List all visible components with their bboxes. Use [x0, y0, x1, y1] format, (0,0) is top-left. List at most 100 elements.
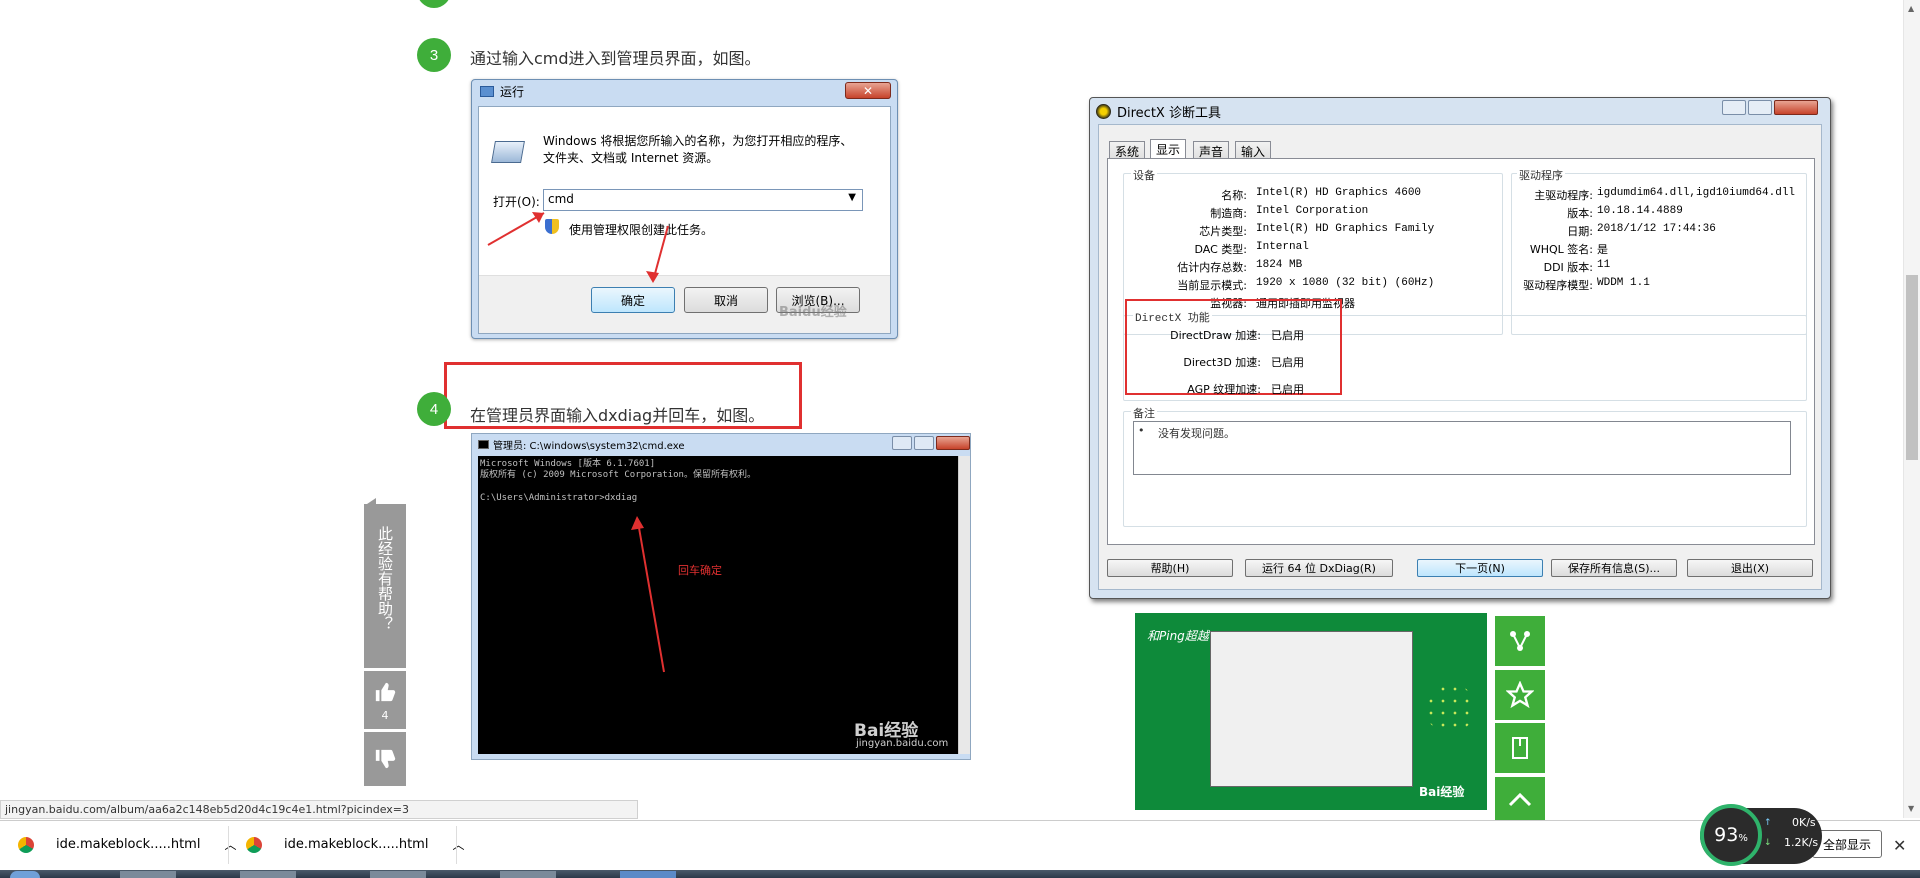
device-value: Intel(R) HD Graphics Family — [1256, 223, 1435, 235]
annotation-arrows — [487, 212, 669, 283]
device-label: 制造商: — [1210, 207, 1247, 220]
thumbnail-window — [1210, 631, 1413, 787]
device-label: 名称: — [1221, 189, 1247, 202]
thumbnail-image[interactable]: 和Ping超越 Bai经验 — [1135, 613, 1487, 810]
thumbs-up-icon — [375, 682, 396, 702]
driver-value: igdumdim64.dll,igd10iumd64.dll — [1597, 187, 1796, 199]
favorite-button[interactable] — [1495, 670, 1545, 720]
cmd-scrollbar[interactable] — [958, 456, 970, 754]
upload-arrow-icon: ↑ — [1764, 818, 1772, 828]
download-item-1-name: ide.makeblock.....html — [56, 837, 201, 852]
feature-value: 已启用 — [1271, 358, 1304, 370]
tab-input[interactable]: 输入 — [1235, 141, 1272, 159]
exit-button[interactable]: 退出(X) — [1687, 559, 1813, 577]
tab-system[interactable]: 系统 — [1109, 141, 1146, 159]
download-divider — [228, 826, 229, 864]
bookmark-button[interactable] — [1495, 723, 1545, 773]
chrome-icon — [18, 836, 34, 853]
step-3-text: 通过输入cmd进入到管理员界面，如图。 — [470, 49, 761, 68]
scrollbar-thumb[interactable] — [1906, 275, 1918, 460]
device-value: 1920 x 1080 (32 bit) (60Hz) — [1256, 277, 1435, 289]
thumbs-down-icon — [375, 749, 396, 769]
chevron-up-icon[interactable]: ︿ — [224, 836, 236, 853]
dislike-button[interactable] — [364, 732, 406, 786]
device-value: Intel(R) HD Graphics 4600 — [1256, 187, 1422, 199]
run-dialog: 运行 ✕ Windows 将根据您所输入的名称，为您打开相应的程序、文件夹、文档… — [471, 79, 898, 339]
dx-window-controls — [1722, 100, 1818, 115]
device-label: DAC 类型: — [1194, 243, 1248, 256]
driver-value: 11 — [1597, 259, 1611, 271]
star-icon — [1506, 681, 1534, 709]
speed-gauge: 93% — [1700, 804, 1762, 866]
step-4-text: 在管理员界面输入dxdiag并回车，如图。 — [470, 406, 765, 425]
tab-display[interactable]: 显示 — [1150, 139, 1187, 159]
chevron-up-icon — [1508, 792, 1532, 806]
show-all-button[interactable]: 全部显示 — [1812, 830, 1882, 858]
cmd-console: Microsoft Windows [版本 6.1.7601] 版权所有 (c)… — [478, 456, 958, 754]
cmd-arrow-head — [631, 516, 644, 530]
taskbar-item[interactable] — [620, 871, 676, 878]
arrow-to-input-head — [532, 212, 544, 223]
download-item-1[interactable]: ide.makeblock.....html ︿ — [18, 836, 236, 853]
next-page-button[interactable]: 下一页(N) — [1417, 559, 1543, 577]
notes-bullet: • — [1138, 424, 1145, 437]
maximize-button[interactable] — [914, 436, 934, 450]
cmd-arrow — [631, 516, 665, 673]
cmd-icon — [478, 440, 489, 449]
arrow-to-ok-head — [646, 271, 659, 283]
cmd-window-controls — [892, 436, 970, 450]
like-button[interactable]: 4 — [364, 671, 406, 729]
dx-minimize-button[interactable] — [1722, 100, 1746, 115]
taskbar-item[interactable] — [370, 871, 426, 878]
close-button[interactable] — [936, 436, 970, 450]
taskbar-item[interactable] — [240, 871, 296, 878]
dx-maximize-button[interactable] — [1748, 100, 1772, 115]
page-scrollbar[interactable]: ▲ ▼ — [1903, 0, 1920, 818]
taskbar-item[interactable] — [500, 871, 556, 878]
dx-close-button[interactable] — [1774, 100, 1818, 115]
arrow-to-input — [487, 212, 545, 246]
close-shelf-icon[interactable]: ✕ — [1893, 836, 1906, 855]
notes-group-title: 备注 — [1131, 405, 1157, 421]
dx-titlebar: DirectX 诊断工具 — [1096, 102, 1221, 121]
taskbar-start[interactable] — [10, 871, 40, 878]
download-item-2[interactable]: ide.makeblock.....html ︿ — [246, 836, 464, 853]
features-group-title: DirectX 功能 — [1133, 309, 1212, 325]
scroll-up-arrow-icon[interactable]: ▲ — [1908, 4, 1914, 13]
driver-label: DDI 版本: — [1543, 261, 1593, 274]
speed-percent-unit: % — [1738, 832, 1748, 844]
help-button[interactable]: 帮助(H) — [1107, 559, 1233, 577]
chrome-icon — [246, 836, 262, 853]
notes-item: 没有发现问题。 — [1158, 427, 1235, 440]
download-arrow-icon: ↓ — [1764, 838, 1772, 848]
minimize-button[interactable] — [892, 436, 912, 450]
cmd-arrow-shaft — [637, 521, 665, 673]
feature-label: DirectDraw 加速: — [1170, 329, 1261, 342]
run64-button[interactable]: 运行 64 位 DxDiag(R) — [1245, 559, 1393, 577]
taskbar-item[interactable] — [120, 871, 176, 878]
driver-label: 主驱动程序: — [1534, 189, 1593, 202]
save-all-info-button[interactable]: 保存所有信息(S)... — [1551, 559, 1677, 577]
thumbnail-brand-top: 和Ping超越 — [1147, 629, 1209, 643]
share-button[interactable] — [1495, 616, 1545, 666]
device-group-title: 设备 — [1131, 167, 1157, 183]
driver-group-title: 驱动程序 — [1517, 167, 1565, 183]
chevron-up-icon[interactable]: ︿ — [452, 836, 464, 853]
step-4-badge: 4 — [417, 392, 451, 426]
driver-label: WHQL 签名: — [1529, 243, 1593, 256]
back-to-top-button[interactable] — [1495, 777, 1545, 822]
like-count: 4 — [381, 709, 389, 722]
device-value: 1824 MB — [1256, 259, 1303, 271]
directx-window: DirectX 诊断工具 系统 显示 声音 输入 设备 名称: Intel(R)… — [1089, 97, 1831, 599]
helpful-question: 此经验有帮助？ — [364, 504, 406, 668]
driver-value: WDDM 1.1 — [1597, 277, 1650, 289]
scroll-down-arrow-icon[interactable]: ▼ — [1908, 804, 1914, 813]
driver-label: 驱动程序模型: — [1523, 279, 1593, 292]
cmd-watermark-url: jingyan.baidu.com — [856, 738, 949, 749]
download-item-2-name: ide.makeblock.....html — [284, 837, 429, 852]
notes-box[interactable]: • 没有发现问题。 — [1133, 421, 1791, 475]
step-3-badge: 3 — [417, 38, 451, 72]
taskbar — [0, 870, 1920, 878]
step-badge-partial — [417, 0, 451, 8]
tab-sound[interactable]: 声音 — [1193, 141, 1230, 159]
